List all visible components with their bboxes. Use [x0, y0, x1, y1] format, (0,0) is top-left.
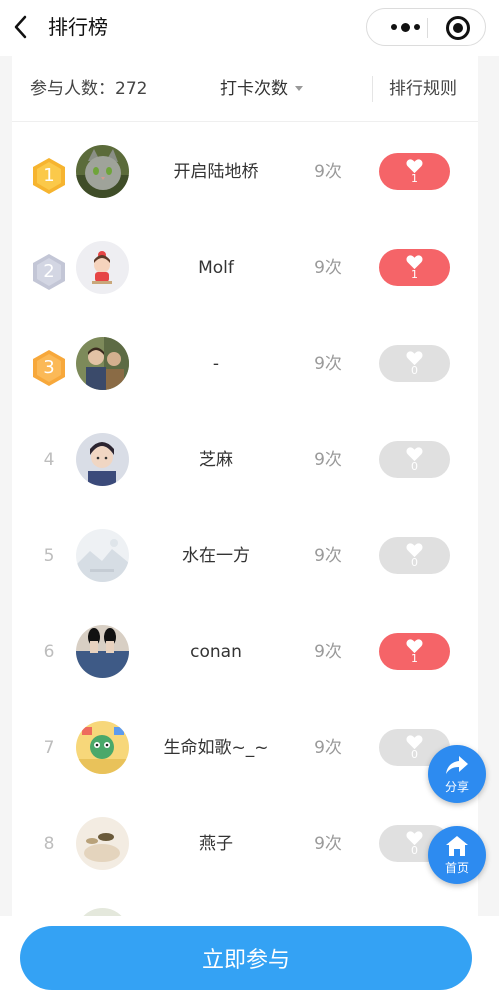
cartoon-avatar[interactable]	[76, 721, 129, 774]
stats-bar: 参与人数：272 打卡次数 排行规则	[12, 56, 478, 122]
nav-bar: 排行榜	[0, 0, 499, 56]
user-name: conan	[190, 642, 242, 662]
bottom-bar: 立即参与	[0, 916, 499, 1000]
like-count: 0	[411, 556, 418, 569]
share-button[interactable]: 分享	[428, 745, 486, 803]
home-label: 首页	[444, 861, 469, 875]
like-count: 1	[411, 652, 418, 665]
rank-number: 6	[43, 642, 55, 662]
user-name: 水在一方	[182, 546, 250, 566]
checkin-count: 9次	[314, 162, 342, 182]
user-name: -	[212, 354, 220, 374]
checkin-count: 9次	[314, 642, 342, 662]
bronze-medal-icon: 3	[32, 349, 66, 387]
home-icon	[446, 836, 468, 856]
user-name: 芝麻	[199, 450, 233, 470]
ranking-rules-link[interactable]: 排行规则	[389, 76, 457, 102]
like-button[interactable]: 1	[379, 633, 450, 670]
checkin-count: 9次	[314, 450, 342, 470]
like-count: 0	[411, 460, 418, 473]
still-life-avatar[interactable]	[76, 817, 129, 870]
like-count: 1	[411, 172, 418, 185]
checkin-count: 9次	[314, 258, 342, 278]
more-options-icon[interactable]	[385, 19, 425, 35]
like-count: 0	[411, 364, 418, 377]
silver-medal-icon: 2	[32, 253, 66, 291]
page-title: 排行榜	[48, 15, 108, 39]
like-count: 1	[411, 268, 418, 281]
divider	[372, 76, 373, 102]
user-name: 生命如歌~_~	[163, 738, 269, 758]
capsule-divider	[427, 18, 428, 38]
leaderboard-panel: 参与人数：272 打卡次数 排行规则 1 开启陆地桥 9次 1 2 Molf 9…	[12, 56, 478, 916]
list-item: 1 开启陆地桥 9次 1	[12, 123, 478, 219]
list-item: 3 - 9次 0	[12, 315, 478, 411]
list-item: 5 水在一方 9次 0	[12, 507, 478, 603]
close-target-icon[interactable]	[446, 16, 470, 40]
checkin-count: 9次	[314, 834, 342, 854]
mini-program-capsule	[366, 8, 486, 46]
like-button[interactable]: 1	[379, 153, 450, 190]
list-item: 4 芝麻 9次 0	[12, 411, 478, 507]
like-button[interactable]: 1	[379, 249, 450, 286]
user-name: 燕子	[199, 834, 233, 854]
user-name: 开启陆地桥	[173, 162, 259, 182]
like-button[interactable]: 0	[379, 345, 450, 382]
user-name: Molf	[198, 258, 234, 278]
portrait-avatar[interactable]	[76, 433, 129, 486]
share-label: 分享	[444, 780, 469, 794]
home-button[interactable]: 首页	[428, 826, 486, 884]
like-button[interactable]: 0	[379, 537, 450, 574]
rank-number: 7	[43, 738, 55, 758]
back-arrow-icon[interactable]	[12, 14, 30, 40]
cat-avatar[interactable]	[76, 145, 129, 198]
list-item: 2 Molf 9次 1	[12, 219, 478, 315]
rank-number: 8	[43, 834, 55, 854]
avatar[interactable]	[76, 908, 129, 916]
checkin-count: 9次	[314, 354, 342, 374]
list-item: 6 conan 9次 1	[12, 603, 478, 699]
shoes-avatar[interactable]	[76, 625, 129, 678]
checkin-count: 9次	[314, 546, 342, 566]
rank-number: 4	[43, 450, 55, 470]
photo-avatar[interactable]	[76, 337, 129, 390]
caret-down-icon[interactable]	[295, 86, 303, 91]
default-avatar[interactable]	[76, 529, 129, 582]
list-item: 8 燕子 9次 0	[12, 795, 478, 891]
participant-count: 参与人数：272	[30, 79, 148, 99]
share-arrow-icon	[446, 756, 468, 774]
sort-dropdown[interactable]: 打卡次数	[220, 76, 288, 102]
cartoon-girl-avatar[interactable]	[76, 241, 129, 294]
like-button[interactable]: 0	[379, 441, 450, 478]
list-item: 7 生命如歌~_~ 9次 0	[12, 699, 478, 795]
join-now-button[interactable]: 立即参与	[20, 926, 472, 990]
gold-medal-icon: 1	[32, 157, 66, 195]
rank-number: 5	[43, 546, 55, 566]
checkin-count: 9次	[314, 738, 342, 758]
